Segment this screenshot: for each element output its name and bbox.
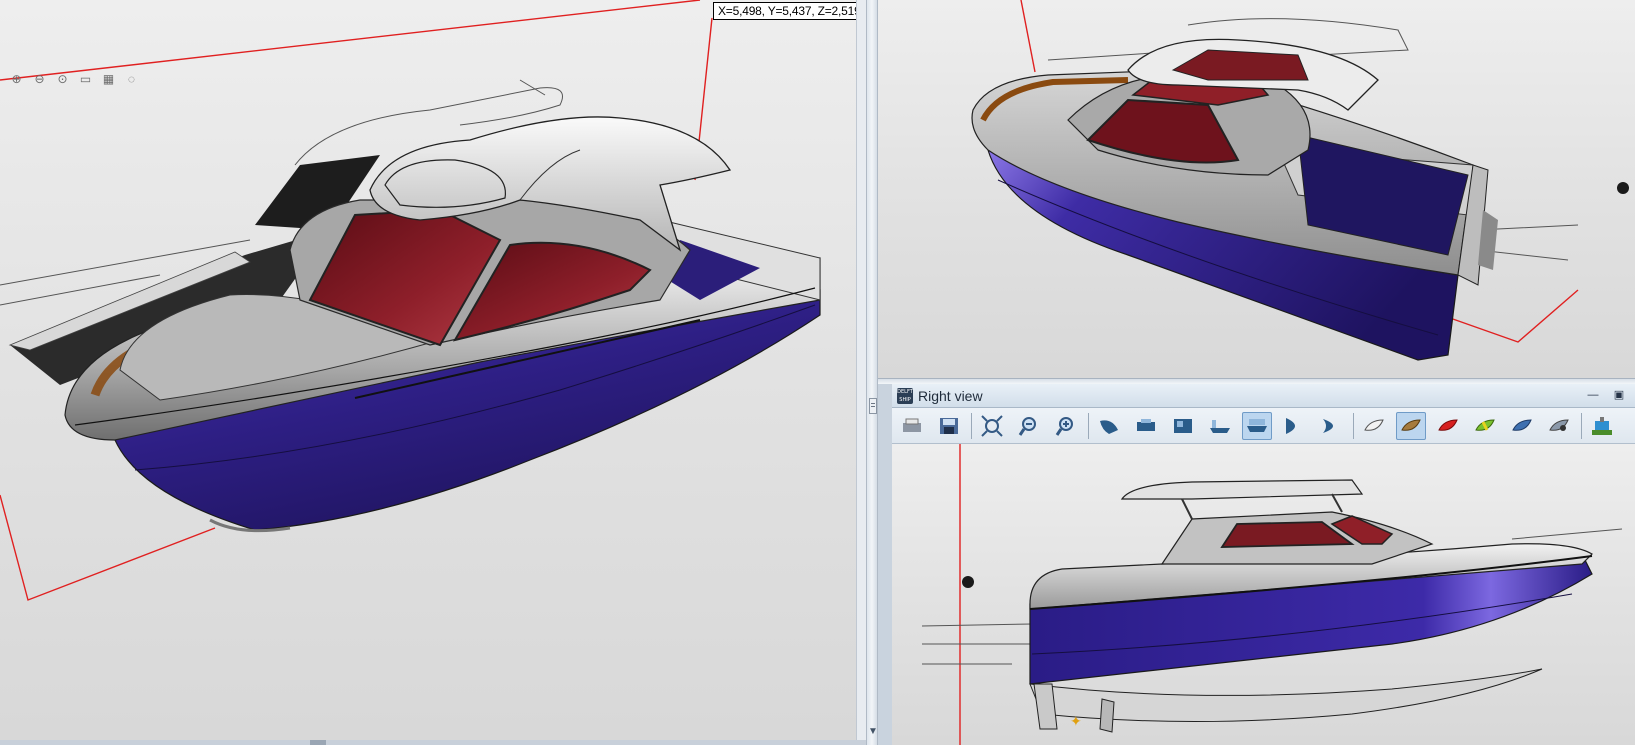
half-hull-icon[interactable] — [1279, 412, 1309, 440]
wireframe-icon[interactable] — [1359, 412, 1389, 440]
toolbar-separator — [1353, 412, 1354, 439]
zebra-icon[interactable] — [1470, 412, 1500, 440]
perspective-viewport-pane[interactable]: ⊕ ⊖ ⊙ ▭ ▦ ◌ X=5,498, Y=5,437, Z=2,519 — [0, 0, 866, 745]
hard-top — [1120, 479, 1364, 500]
propeller-icon: ✦ — [1070, 713, 1082, 729]
scrollbar-thumb[interactable] — [310, 740, 326, 745]
shaded-icon[interactable] — [1396, 411, 1426, 440]
view-all-icon[interactable] — [1242, 411, 1272, 440]
render-icon[interactable] — [1544, 412, 1574, 440]
perspective-boat-model[interactable] — [0, 0, 866, 740]
section-plane-outline — [0, 0, 701, 81]
top-right-boat-model[interactable] — [878, 0, 1635, 378]
top-right-viewport-pane[interactable] — [878, 0, 1635, 378]
developability-icon[interactable] — [1507, 412, 1537, 440]
gaussian-curvature-icon[interactable] — [1433, 412, 1463, 440]
toolbar-separator — [1581, 412, 1582, 439]
toolbar-separator — [1088, 412, 1089, 439]
restore-button[interactable]: ▣ — [1610, 387, 1628, 403]
app-logo-icon: DELFT SHIP — [897, 388, 913, 404]
zoom-region-icon[interactable]: ⊕ — [8, 70, 25, 87]
rudder — [1099, 698, 1115, 733]
top-right-viewport[interactable] — [878, 0, 1635, 378]
zoom-in-icon[interactable] — [1051, 412, 1081, 440]
section-plane-outline — [1449, 289, 1579, 343]
view-nav-arrow-icon[interactable] — [962, 576, 974, 588]
right-view-toolbar — [892, 408, 1635, 444]
right-view-titlebar: DELFT SHIP Right view — ▣ — [892, 384, 1635, 408]
zoom-out-icon[interactable]: ⊖ — [31, 70, 48, 87]
view-top-icon[interactable] — [1205, 412, 1235, 440]
pan-icon[interactable]: ▭ — [77, 70, 94, 87]
view-right-icon[interactable] — [1168, 412, 1198, 440]
zoom-out-icon[interactable] — [1014, 412, 1044, 440]
section-plane-outline — [1020, 0, 1036, 73]
right-view-pane[interactable]: DELFT SHIP Right view — ▣ ✦ — [892, 384, 1635, 745]
background-image-icon[interactable] — [1587, 412, 1617, 440]
toolbar-separator — [971, 412, 972, 439]
minimize-button[interactable]: — — [1584, 387, 1602, 403]
perspective-viewport[interactable] — [0, 0, 866, 740]
print-icon[interactable] — [897, 412, 927, 440]
zoom-extents-icon[interactable]: ⊙ — [54, 70, 71, 87]
right-view-title: Right view — [918, 388, 983, 404]
coordinate-readout: X=5,498, Y=5,437, Z=2,519 — [713, 2, 866, 20]
shade-icon[interactable]: ▦ — [100, 70, 117, 87]
full-hull-icon[interactable] — [1316, 412, 1346, 440]
save-image-icon[interactable] — [934, 412, 964, 440]
view-nav-arrow-icon[interactable] — [1617, 182, 1629, 194]
horizontal-scrollbar[interactable] — [0, 740, 866, 745]
right-view-viewport[interactable]: ✦ — [892, 444, 1635, 745]
rotate-icon[interactable]: ◌ — [123, 70, 140, 87]
vertical-splitter[interactable]: ▼ — [866, 0, 878, 745]
section-plane-outline — [0, 494, 216, 601]
vertical-scrollbar[interactable] — [856, 0, 866, 740]
viewport-mini-toolbar: ⊕ ⊖ ⊙ ▭ ▦ ◌ — [8, 70, 140, 87]
view-front-icon[interactable] — [1131, 412, 1161, 440]
scroll-down-arrow-icon[interactable]: ▼ — [868, 726, 878, 737]
view-perspective-icon[interactable] — [1094, 412, 1124, 440]
splitter-grip-icon[interactable] — [869, 398, 877, 414]
zoom-extents-icon[interactable] — [977, 412, 1007, 440]
right-view-boat-model[interactable]: ✦ — [892, 444, 1635, 745]
